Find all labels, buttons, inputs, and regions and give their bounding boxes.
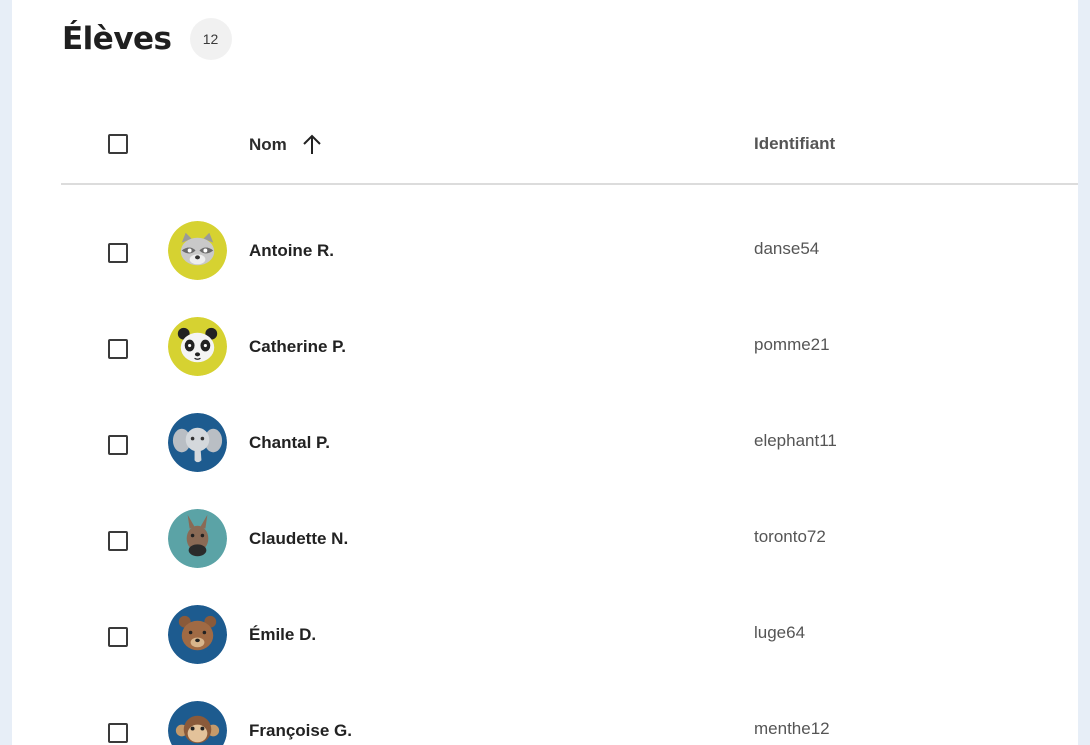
column-name-label: Nom (249, 135, 287, 154)
table-row[interactable]: Françoise G. menthe12 (12, 684, 1078, 745)
student-name[interactable]: Françoise G. (249, 721, 352, 741)
column-header-name[interactable]: Nom (249, 134, 323, 156)
table-row[interactable]: Claudette N. toronto72 (12, 492, 1078, 588)
bear-icon (168, 605, 227, 664)
table-row[interactable]: Émile D. luge64 (12, 588, 1078, 684)
table-row[interactable]: Chantal P. elephant11 (12, 396, 1078, 492)
row-checkbox[interactable] (108, 723, 128, 743)
table-header: Nom Identifiant (61, 110, 1078, 185)
student-name[interactable]: Émile D. (249, 625, 316, 645)
donkey-icon (168, 509, 227, 568)
select-all-checkbox[interactable] (108, 134, 128, 154)
table-row[interactable]: Catherine P. pomme21 (12, 300, 1078, 396)
students-panel: Élèves 12 Nom Identifiant Antoine R. dan… (12, 0, 1078, 745)
student-name[interactable]: Claudette N. (249, 529, 348, 549)
student-name[interactable]: Catherine P. (249, 337, 346, 357)
student-count-badge: 12 (189, 18, 232, 60)
page-title: Élèves (62, 21, 172, 57)
arrow-up-icon[interactable] (301, 134, 323, 156)
student-identifier: danse54 (754, 239, 820, 258)
column-header-identifier[interactable]: Identifiant (754, 134, 835, 154)
student-identifier: menthe12 (754, 719, 830, 738)
row-checkbox[interactable] (108, 243, 128, 263)
student-name[interactable]: Chantal P. (249, 433, 330, 453)
table-row[interactable]: Antoine R. danse54 (12, 204, 1078, 300)
row-checkbox[interactable] (108, 339, 128, 359)
student-identifier: pomme21 (754, 335, 830, 354)
student-name[interactable]: Antoine R. (249, 241, 334, 261)
elephant-icon (168, 413, 227, 472)
row-checkbox[interactable] (108, 435, 128, 455)
monkey-icon (168, 701, 227, 745)
panda-icon (168, 317, 227, 376)
row-checkbox[interactable] (108, 627, 128, 647)
raccoon-icon (168, 221, 227, 280)
row-checkbox[interactable] (108, 531, 128, 551)
student-identifier: luge64 (754, 623, 806, 642)
page-header: Élèves 12 (62, 18, 232, 60)
student-identifier: toronto72 (754, 527, 826, 546)
student-identifier: elephant11 (754, 431, 837, 450)
